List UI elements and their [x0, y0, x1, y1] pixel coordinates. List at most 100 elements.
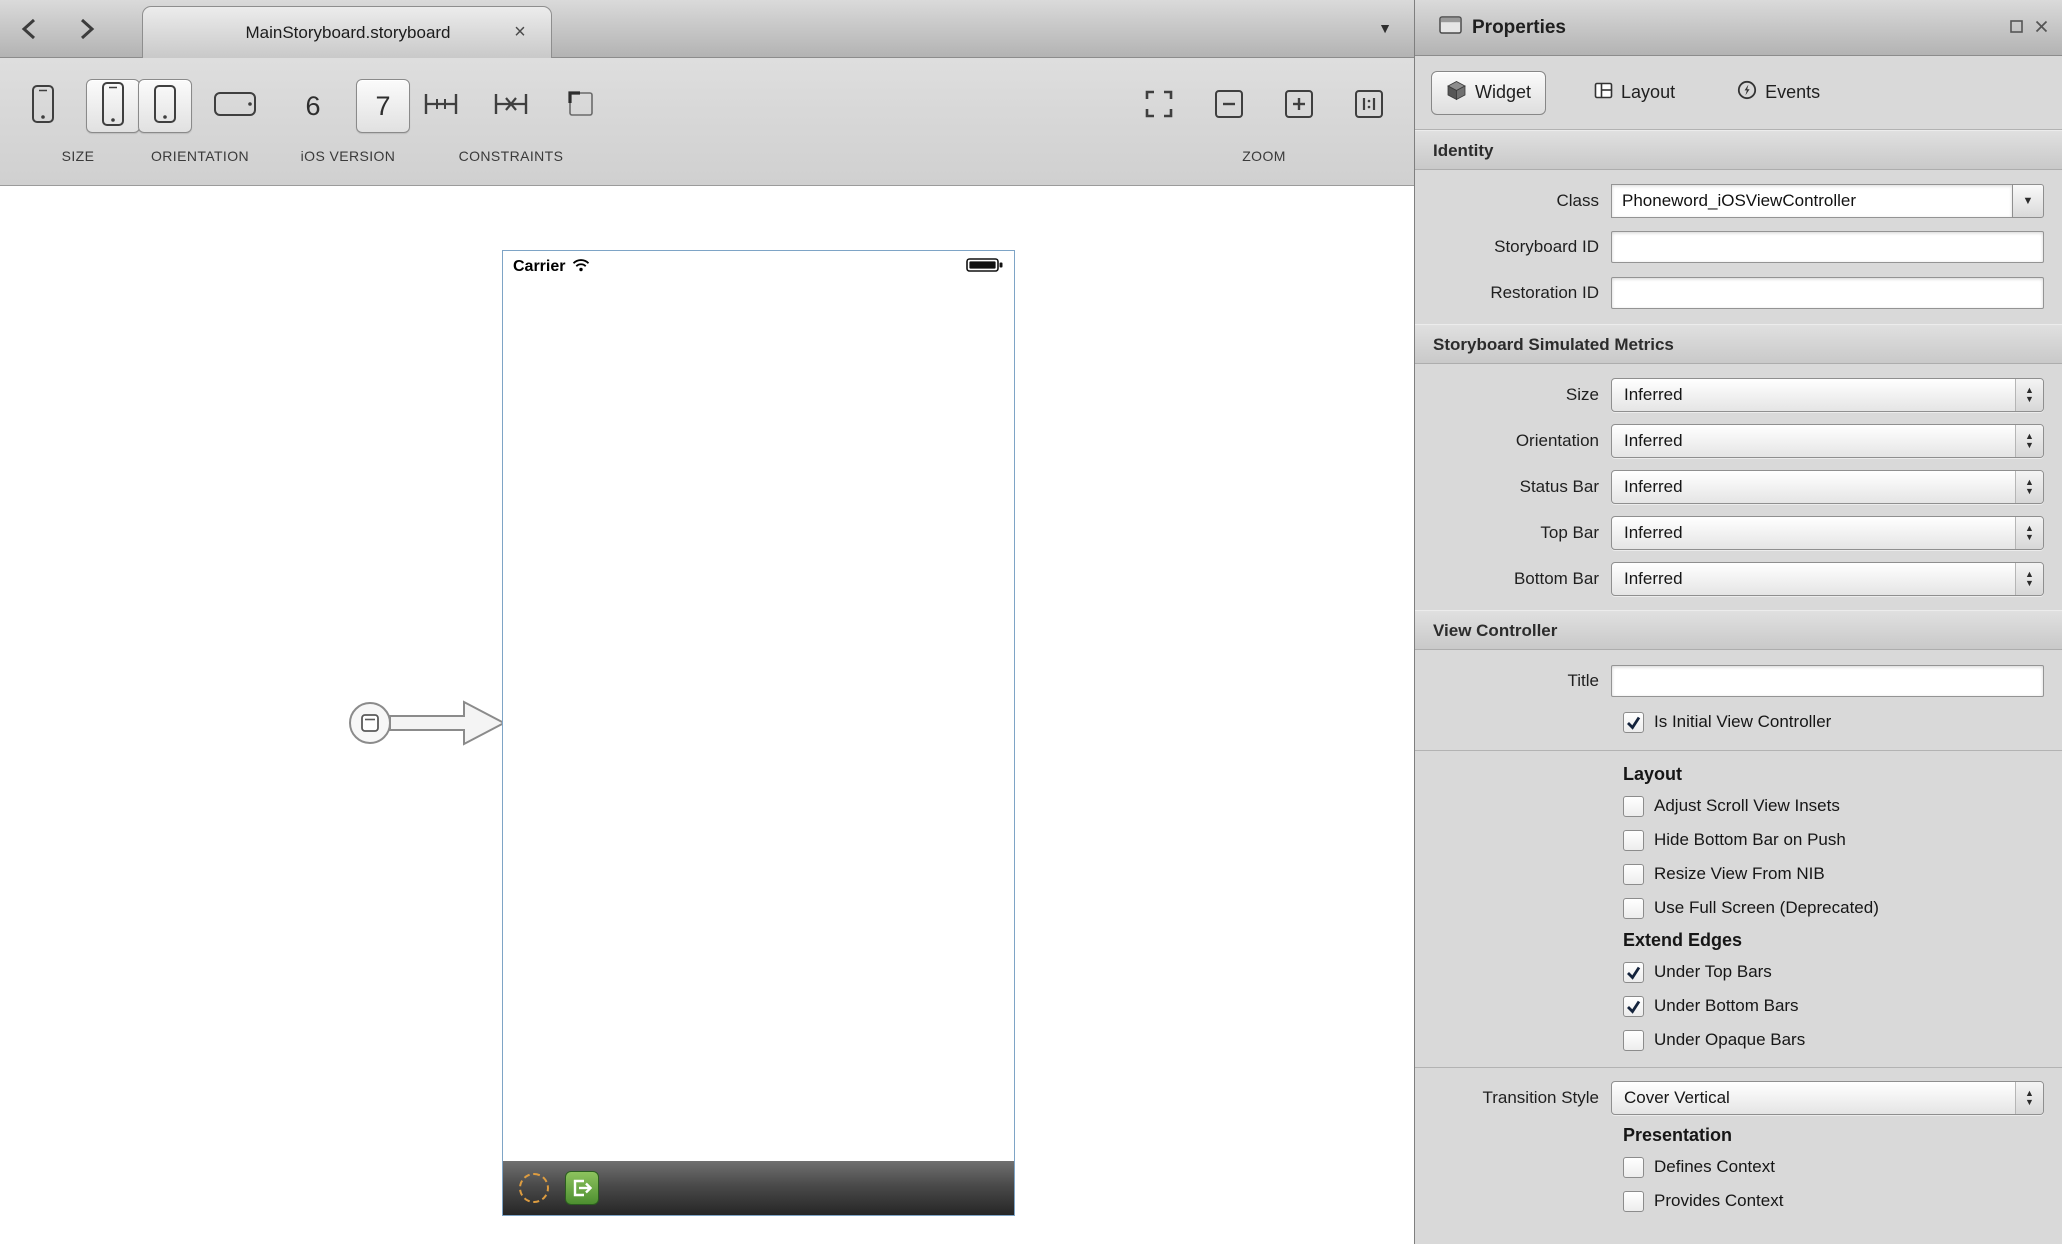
initial-view-controller-arrow[interactable] [346, 677, 518, 769]
metric-bottom-bar-value: Inferred [1624, 569, 1683, 589]
wifi-icon [572, 258, 590, 277]
title-input[interactable] [1611, 665, 2044, 697]
metric-orientation-value: Inferred [1624, 431, 1683, 451]
tab-list-dropdown-icon[interactable]: ▼ [1378, 20, 1392, 36]
constraint-width-button[interactable] [414, 79, 468, 133]
tab-widget-label: Widget [1475, 82, 1531, 103]
first-responder-icon[interactable] [519, 1173, 549, 1203]
resize-view-nib-row: Resize View From NIB [1415, 857, 2062, 891]
restoration-id-row: Restoration ID [1415, 270, 2062, 316]
iphone-3-5-inch-icon [30, 84, 56, 129]
resize-view-nib-label: Resize View From NIB [1654, 864, 1825, 884]
ios-version-7-button[interactable]: 7 [356, 79, 410, 133]
constraint-remove-button[interactable] [484, 79, 538, 133]
provides-context-checkbox[interactable] [1623, 1191, 1644, 1212]
close-panel-icon[interactable] [2035, 20, 2048, 37]
metric-size-value: Inferred [1624, 385, 1683, 405]
under-opaque-bars-label: Under Opaque Bars [1654, 1030, 1805, 1050]
metric-bottom-bar-label: Bottom Bar [1415, 569, 1611, 589]
view-controller-surface[interactable]: Carrier [502, 250, 1015, 1216]
properties-tab-bar: Widget Layout Events [1415, 56, 2062, 130]
tab-layout-label: Layout [1621, 82, 1675, 103]
exit-segue-icon[interactable] [565, 1171, 599, 1205]
portrait-orientation-icon [153, 84, 177, 129]
ios-version-6-button[interactable]: 6 [286, 79, 340, 133]
under-bottom-bars-checkbox[interactable] [1623, 996, 1644, 1017]
section-view-controller: View Controller [1415, 610, 2062, 650]
designer-toolbar: SIZE ORIENTATION [0, 58, 1414, 186]
zoom-fit-button[interactable] [1135, 79, 1183, 133]
metric-bottom-bar-popup[interactable]: Inferred ▲▼ [1611, 562, 2044, 596]
use-full-screen-label: Use Full Screen (Deprecated) [1654, 898, 1879, 918]
constraint-frame-button[interactable] [554, 79, 608, 133]
metric-size-popup[interactable]: Inferred ▲▼ [1611, 378, 2044, 412]
class-value[interactable]: Phoneword_iOSViewController [1611, 184, 2012, 218]
under-opaque-bars-row: Under Opaque Bars [1415, 1023, 2062, 1057]
metric-status-bar-label: Status Bar [1415, 477, 1611, 497]
back-button[interactable] [14, 14, 44, 44]
battery-icon [966, 257, 1004, 278]
is-initial-label: Is Initial View Controller [1654, 712, 1831, 732]
popup-stepper-icon: ▲▼ [2015, 471, 2043, 503]
properties-header: Properties [1415, 0, 2062, 56]
zoom-actual-size-button[interactable] [1345, 79, 1393, 133]
layout-heading: Layout [1415, 759, 2062, 789]
is-initial-checkbox[interactable] [1623, 712, 1644, 733]
collapse-panel-icon[interactable] [2010, 20, 2023, 37]
defines-context-checkbox[interactable] [1623, 1157, 1644, 1178]
orientation-landscape-button[interactable] [208, 79, 262, 133]
is-initial-row: Is Initial View Controller [1415, 704, 2062, 740]
zoom-in-icon [1284, 89, 1314, 124]
under-top-bars-label: Under Top Bars [1654, 962, 1772, 982]
landscape-orientation-icon [213, 91, 257, 122]
metric-size-label: Size [1415, 385, 1611, 405]
transition-style-popup[interactable]: Cover Vertical ▲▼ [1611, 1081, 2044, 1115]
presentation-heading: Presentation [1415, 1120, 2062, 1150]
metric-status-bar-popup[interactable]: Inferred ▲▼ [1611, 470, 2044, 504]
tab-events-label: Events [1765, 82, 1820, 103]
orientation-portrait-button[interactable] [138, 79, 192, 133]
tab-mainstoryboard[interactable]: MainStoryboard.storyboard × [142, 6, 552, 58]
metric-status-bar-row: Status Bar Inferred ▲▼ [1415, 464, 2062, 510]
popup-stepper-icon: ▲▼ [2015, 425, 2043, 457]
metric-top-bar-popup[interactable]: Inferred ▲▼ [1611, 516, 2044, 550]
use-full-screen-checkbox[interactable] [1623, 898, 1644, 919]
tab-events[interactable]: Events [1723, 72, 1834, 113]
storyboard-canvas[interactable]: Carrier [0, 186, 1414, 1244]
storyboard-id-row: Storyboard ID [1415, 224, 2062, 270]
class-combobox[interactable]: Phoneword_iOSViewController ▼ [1611, 184, 2044, 218]
tab-widget[interactable]: Widget [1431, 71, 1546, 115]
document-tab-bar: MainStoryboard.storyboard × ▼ [0, 0, 1414, 58]
resize-view-nib-checkbox[interactable] [1623, 864, 1644, 885]
orientation-group: ORIENTATION [138, 76, 262, 164]
popup-stepper-icon: ▲▼ [2015, 563, 2043, 595]
tab-layout[interactable]: Layout [1580, 73, 1689, 113]
zoom-group-label: ZOOM [1242, 148, 1286, 164]
transition-style-label: Transition Style [1415, 1088, 1611, 1108]
under-top-bars-checkbox[interactable] [1623, 962, 1644, 983]
adjust-scroll-insets-checkbox[interactable] [1623, 796, 1644, 817]
metric-size-row: Size Inferred ▲▼ [1415, 372, 2062, 418]
storyboard-id-input[interactable] [1611, 231, 2044, 263]
metric-orientation-popup[interactable]: Inferred ▲▼ [1611, 424, 2044, 458]
ios-version-group-label: iOS VERSION [301, 148, 396, 164]
section-identity: Identity [1415, 130, 2062, 170]
restoration-id-input[interactable] [1611, 277, 2044, 309]
tab-close-icon[interactable]: × [507, 20, 533, 46]
size-group: SIZE [16, 76, 140, 164]
metric-orientation-label: Orientation [1415, 431, 1611, 451]
size-iphone35-button[interactable] [16, 79, 70, 133]
under-opaque-bars-checkbox[interactable] [1623, 1030, 1644, 1051]
size-iphone4-button[interactable] [86, 79, 140, 133]
zoom-in-button[interactable] [1275, 79, 1323, 133]
zoom-out-icon [1214, 89, 1244, 124]
properties-window-icon [1439, 16, 1462, 39]
metric-status-bar-value: Inferred [1624, 477, 1683, 497]
storyboard-id-label: Storyboard ID [1415, 237, 1611, 257]
ios-designer-window: MainStoryboard.storyboard × ▼ [0, 0, 2062, 1244]
transition-style-row: Transition Style Cover Vertical ▲▼ [1415, 1076, 2062, 1120]
hide-bottom-bar-checkbox[interactable] [1623, 830, 1644, 851]
zoom-out-button[interactable] [1205, 79, 1253, 133]
forward-button[interactable] [72, 14, 102, 44]
class-dropdown-icon[interactable]: ▼ [2012, 184, 2044, 218]
